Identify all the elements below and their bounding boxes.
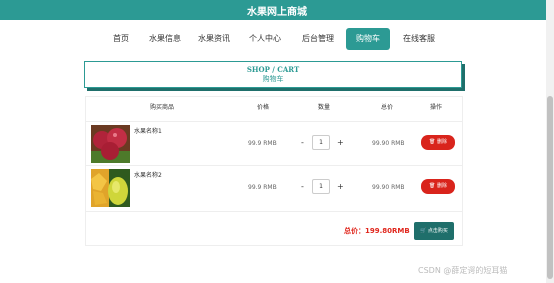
cart-title-cn: 购物车 <box>262 75 284 83</box>
product-image-mango <box>91 169 130 207</box>
quantity-increase-button[interactable]: + <box>337 138 344 147</box>
product-image-red-fruit <box>91 125 130 163</box>
checkout-label: 点击购买 <box>427 228 448 234</box>
top-bar: 水果网上商城 <box>0 0 554 20</box>
quantity-input[interactable]: 1 <box>312 135 330 150</box>
quantity-increase-button[interactable]: + <box>337 182 344 191</box>
main-nav: 首页 水果信息 水果资讯 个人中心 后台管理 购物车 在线客服 <box>0 28 554 50</box>
cart-summary: 总价：199.80RMB 🛒 点击购买 <box>86 211 462 246</box>
delete-label: 删除 <box>436 139 447 145</box>
nav-item-admin[interactable]: 后台管理 <box>298 28 338 50</box>
unit-price: 99.9 RMB <box>248 184 277 191</box>
header-quantity: 数量 <box>318 104 331 111</box>
nav-item-fruit-info[interactable]: 水果信息 <box>146 28 184 50</box>
nav-item-home[interactable]: 首页 <box>107 28 135 50</box>
grand-total: 总价：199.80RMB <box>344 227 410 235</box>
trash-icon: 🗑 <box>429 139 436 145</box>
header-total: 总价 <box>381 104 394 111</box>
nav-item-cart[interactable]: 购物车 <box>346 28 390 50</box>
unit-price: 99.9 RMB <box>248 140 277 147</box>
scrollbar[interactable] <box>546 0 554 283</box>
row-total: 99.90 RMB <box>372 184 405 191</box>
product-name[interactable]: 水果名称1 <box>134 126 162 135</box>
delete-button[interactable]: 🗑 删除 <box>421 179 455 194</box>
checkout-button[interactable]: 🛒 点击购买 <box>414 222 454 240</box>
quantity-decrease-button[interactable]: - <box>301 182 304 191</box>
nav-item-personal-center[interactable]: 个人中心 <box>246 28 284 50</box>
header-product: 购买商品 <box>150 104 175 111</box>
trash-icon: 🗑 <box>429 183 436 189</box>
header-action: 操作 <box>430 104 443 111</box>
quantity-decrease-button[interactable]: - <box>301 138 304 147</box>
product-name[interactable]: 水果名称2 <box>134 170 162 179</box>
nav-item-online-service[interactable]: 在线客服 <box>400 28 438 50</box>
page: 水果网上商城 首页 水果信息 水果资讯 个人中心 后台管理 购物车 在线客服 S… <box>0 0 554 283</box>
cart-table: 购买商品 价格 数量 总价 操作 水果名称1 99.9 RMB - 1 + 99… <box>85 96 463 246</box>
header-price: 价格 <box>257 104 270 111</box>
cart-title-box: SHOP / CART 购物车 <box>84 61 462 88</box>
watermark: CSDN @薛定谔的短耳猫 <box>418 266 508 275</box>
cart-title-en: SHOP / CART <box>246 65 300 74</box>
table-row: 水果名称1 99.9 RMB - 1 + 99.90 RMB 🗑 删除 <box>86 121 462 164</box>
row-total: 99.90 RMB <box>372 140 405 147</box>
delete-button[interactable]: 🗑 删除 <box>421 135 455 150</box>
nav-item-fruit-news[interactable]: 水果资讯 <box>195 28 233 50</box>
cart-icon: 🛒 <box>420 228 427 234</box>
scrollbar-thumb[interactable] <box>547 96 553 279</box>
table-row: 水果名称2 99.9 RMB - 1 + 99.90 RMB 🗑 删除 <box>86 165 462 208</box>
delete-label: 删除 <box>436 183 447 189</box>
quantity-input[interactable]: 1 <box>312 179 330 194</box>
site-title: 水果网上商城 <box>247 7 307 18</box>
